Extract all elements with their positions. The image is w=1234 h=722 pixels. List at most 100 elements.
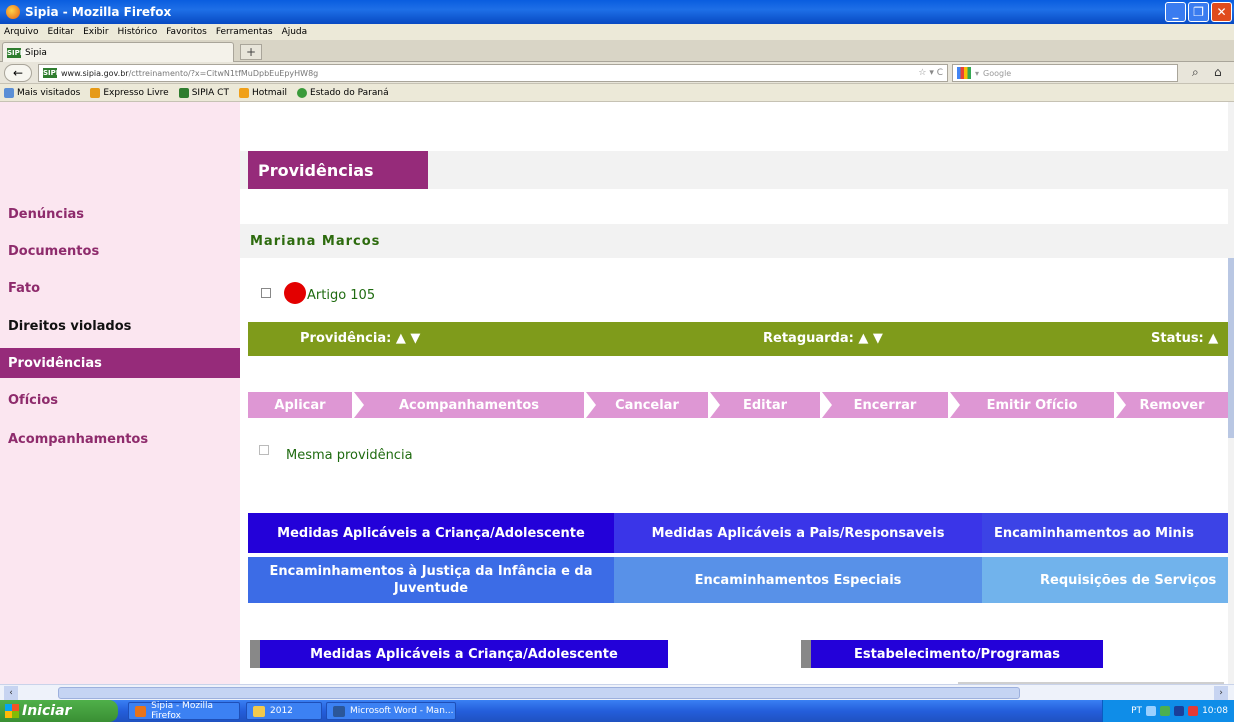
network-icon[interactable]: [1146, 706, 1157, 716]
menu-ajuda[interactable]: Ajuda: [282, 27, 308, 37]
menu-exibir[interactable]: Exibir: [83, 27, 108, 37]
bookmark-estado-parana[interactable]: Estado do Paraná: [297, 87, 389, 98]
mesma-providencia-label: Mesma providência: [286, 448, 413, 463]
remover-button[interactable]: Remover: [1116, 392, 1228, 418]
encerrar-button[interactable]: Encerrar: [822, 392, 948, 418]
clock: 10:08: [1202, 706, 1228, 716]
home-icon[interactable]: ⌂: [1214, 65, 1222, 79]
bookmark-sipia-ct[interactable]: SIPIA CT: [178, 87, 229, 98]
artigo-checkbox[interactable]: [261, 288, 271, 298]
menu-editar[interactable]: Editar: [47, 27, 74, 37]
firefox-icon: [6, 5, 20, 19]
horizontal-scrollbar[interactable]: ‹ ›: [0, 684, 1234, 700]
word-icon: [333, 705, 345, 717]
start-button[interactable]: Iniciar: [0, 700, 118, 722]
windows-logo-icon: [5, 704, 19, 718]
bookmarks-bar: Mais visitados Expresso Livre SIPIA CT H…: [0, 84, 1234, 102]
taskbar-firefox[interactable]: Sipia - Mozilla Firefox: [128, 701, 240, 721]
sidebar-item-acompanhamentos[interactable]: Acompanhamentos: [0, 424, 240, 454]
menu-arquivo[interactable]: Arquivo: [4, 27, 38, 37]
emitir-oficio-button[interactable]: Emitir Ofício: [950, 392, 1114, 418]
firefox-icon: [135, 705, 147, 717]
nav-medidas-crianca[interactable]: Medidas Aplicáveis a Criança/Adolescente: [248, 513, 614, 553]
search-placeholder: Google: [983, 68, 1012, 78]
search-icon[interactable]: ⌕: [1192, 65, 1199, 80]
nav-encaminhamentos-ministerio[interactable]: Encaminhamentos ao Minis: [982, 513, 1228, 553]
system-tray: PT 10:08: [1102, 700, 1234, 722]
taskbar-folder-2012[interactable]: 2012: [246, 702, 322, 720]
sidebar-item-oficios[interactable]: Ofícios: [0, 385, 240, 415]
site-identity-icon: SIPIA: [43, 68, 64, 78]
nav-encaminhamentos-especiais[interactable]: Encaminhamentos Especiais: [614, 557, 982, 603]
bookmark-hotmail[interactable]: Hotmail: [238, 87, 287, 98]
bluetooth-icon[interactable]: [1174, 706, 1185, 716]
back-button[interactable]: ←: [4, 64, 32, 82]
minimize-button[interactable]: _: [1165, 2, 1186, 22]
parana-icon: [297, 87, 308, 98]
sidebar-item-providencias[interactable]: Providências: [0, 348, 240, 378]
acompanhamentos-button[interactable]: Acompanhamentos: [354, 392, 584, 418]
nav-requisicoes-servicos[interactable]: Requisições de Serviços: [982, 557, 1228, 603]
mesma-providencia-checkbox[interactable]: [259, 445, 269, 455]
tab-title: Sipia: [25, 47, 47, 58]
scroll-right-icon[interactable]: ›: [1214, 686, 1228, 700]
window-title: Sipia - Mozilla Firefox: [25, 5, 172, 19]
column-retaguarda[interactable]: Retaguarda: ▲ ▼: [763, 331, 883, 346]
sipia-icon: [178, 87, 189, 98]
url-domain: www.sipia.gov.br: [61, 68, 129, 78]
sidebar-item-documentos[interactable]: Documentos: [0, 236, 240, 266]
artigo-label: Artigo 105: [307, 288, 376, 303]
google-engine-icon: [957, 67, 971, 79]
person-strip: [240, 224, 1228, 258]
person-name: Mariana Marcos: [250, 234, 381, 249]
table-header: Providência: ▲ ▼ Retaguarda: ▲ ▼ Status:…: [248, 322, 1228, 356]
menu-historico[interactable]: Histórico: [118, 27, 158, 37]
tab-bar: SIPIA Sipia +: [0, 40, 1234, 62]
taskbar: Iniciar Sipia - Mozilla Firefox 2012 Mic…: [0, 700, 1234, 722]
taskbar-word[interactable]: Microsoft Word - Man...: [326, 702, 456, 720]
bookmark-expresso-livre[interactable]: Expresso Livre: [90, 87, 169, 98]
page-content: Denúncias Documentos Fato Direitos viola…: [0, 102, 1228, 684]
cancelar-button[interactable]: Cancelar: [586, 392, 708, 418]
alert-icon[interactable]: [1188, 706, 1199, 716]
menu-ferramentas[interactable]: Ferramentas: [216, 27, 273, 37]
hotmail-icon: [238, 87, 249, 98]
menu-bar: Arquivo Editar Exibir Histórico Favorito…: [0, 24, 1234, 40]
scroll-left-icon[interactable]: ‹: [4, 686, 18, 700]
folder-icon: [253, 705, 265, 717]
search-input[interactable]: ▾ Google: [952, 64, 1178, 82]
new-tab-button[interactable]: +: [240, 44, 262, 60]
bookmark-mais-visitados[interactable]: Mais visitados: [4, 87, 80, 98]
address-bar[interactable]: SIPIA www.sipia.gov.br/cttreinamento/?x=…: [38, 64, 948, 82]
status-red-dot-icon: [284, 282, 306, 304]
close-button[interactable]: ✕: [1211, 2, 1232, 22]
sidebar: Denúncias Documentos Fato Direitos viola…: [0, 102, 240, 684]
language-indicator[interactable]: PT: [1131, 706, 1142, 716]
bookmark-star-icon[interactable]: ☆ ▾ C: [918, 68, 943, 78]
vertical-scrollbar[interactable]: [1228, 102, 1234, 684]
nav-medidas-pais[interactable]: Medidas Aplicáveis a Pais/Responsaveis: [614, 513, 982, 553]
folder-icon: [4, 87, 14, 98]
tab-sipia[interactable]: SIPIA Sipia: [2, 42, 234, 62]
menu-favoritos[interactable]: Favoritos: [166, 27, 207, 37]
column-status[interactable]: Status: ▲: [1151, 331, 1218, 346]
editar-button[interactable]: Editar: [710, 392, 820, 418]
horizontal-scroll-thumb[interactable]: [58, 687, 1020, 699]
page-title: Providências: [248, 151, 428, 189]
column-providencia[interactable]: Providência: ▲ ▼: [300, 331, 420, 346]
navigation-bar: ← SIPIA www.sipia.gov.br/cttreinamento/?…: [0, 62, 1234, 84]
maximize-button[interactable]: ❐: [1188, 2, 1209, 22]
nav-encaminhamentos-justica[interactable]: Encaminhamentos à Justiça da Infância e …: [248, 557, 614, 603]
sipia-favicon-icon: SIPIA: [7, 47, 28, 58]
aplicar-button[interactable]: Aplicar: [248, 392, 352, 418]
browser-window: Sipia - Mozilla Firefox _ ❐ ✕ Arquivo Ed…: [0, 0, 1234, 722]
sidebar-item-denuncias[interactable]: Denúncias: [0, 199, 240, 229]
sidebar-item-fato[interactable]: Fato: [0, 273, 240, 303]
sidebar-item-direitos-violados[interactable]: Direitos violados: [0, 311, 240, 341]
window-titlebar: Sipia - Mozilla Firefox _ ❐ ✕: [0, 0, 1234, 24]
subhead-medidas-crianca: Medidas Aplicáveis a Criança/Adolescente: [250, 640, 668, 668]
antivirus-icon[interactable]: [1160, 706, 1171, 716]
vertical-scroll-thumb[interactable]: [1228, 258, 1234, 438]
url-path: /cttreinamento/?x=CitwN1tfMuDpbEuEpyHW8g: [128, 68, 319, 78]
subhead-estabelecimento-programas: Estabelecimento/Programas: [801, 640, 1103, 668]
